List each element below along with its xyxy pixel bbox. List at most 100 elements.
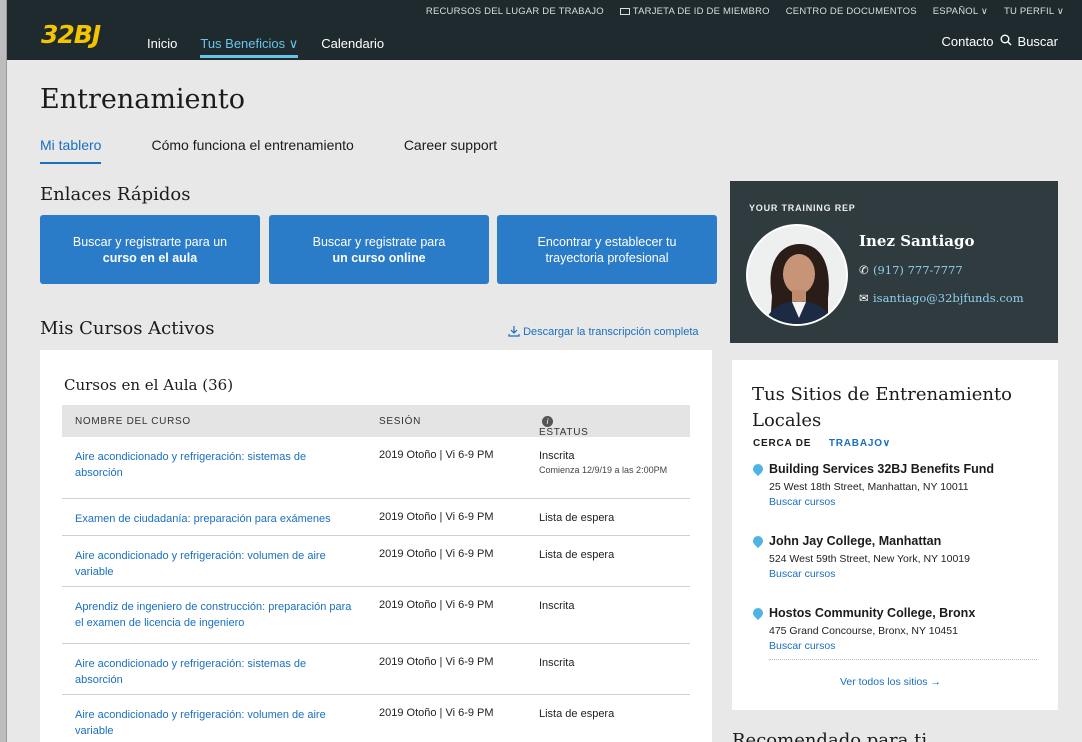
- rep-label: YOUR TRAINING REP: [749, 203, 856, 213]
- button-line-bold: curso en el aula: [102, 250, 198, 265]
- sites-title: Tus Sitios de Entrenamiento Locales: [752, 384, 1013, 431]
- utility-member-id-card[interactable]: TARJETA DE ID DE MIEMBRO: [619, 6, 770, 17]
- site-item: Hostos Community College, Bronx 475 Gran…: [750, 605, 1043, 652]
- find-courses-link[interactable]: Buscar cursos: [769, 640, 1043, 652]
- download-transcript-link[interactable]: Descargar la transcripción completa: [508, 325, 699, 338]
- course-status: Lista de espera: [539, 512, 615, 524]
- training-sites-card: Tus Sitios de Entrenamiento Locales CERC…: [732, 360, 1058, 710]
- site-name: Building Services 32BJ Benefits Fund: [750, 461, 1043, 477]
- button-line: Buscar y registrate para: [312, 234, 446, 249]
- course-status: Inscrita Comienza 12/9/19 a las 2:00PM: [539, 449, 669, 477]
- find-courses-link[interactable]: Buscar cursos: [769, 496, 1043, 508]
- course-session: 2019 Otoño | Vi 6-9 PM: [379, 511, 494, 523]
- quick-links-heading: Enlaces Rápidos: [40, 184, 191, 205]
- course-status: Lista de espera: [539, 708, 615, 720]
- location-pin-icon: [750, 533, 766, 549]
- view-all-sites-link[interactable]: Ver todos los sitios →: [840, 676, 941, 688]
- training-rep-card: YOUR TRAINING REP Inez Santiago ✆ (917) 7…: [730, 181, 1058, 343]
- page-tabs: Mi tablero Cómo funciona el entrenamient…: [40, 137, 547, 164]
- top-navigation-bar: RECURSOS DEL LUGAR DE TRABAJO TARJETA DE…: [7, 0, 1082, 60]
- table-row: Aire acondicionado y refrigeración: volu…: [62, 695, 690, 742]
- search-link[interactable]: Buscar: [1018, 34, 1058, 49]
- course-link[interactable]: Aire acondicionado y refrigeración: sist…: [75, 449, 355, 481]
- course-status: Inscrita: [539, 657, 575, 669]
- utility-document-center[interactable]: CENTRO DE DOCUMENTOS: [786, 6, 917, 17]
- location-pin-icon: [750, 605, 766, 621]
- course-link[interactable]: Aire acondicionado y refrigeración: volu…: [75, 548, 355, 580]
- table-row: Aire acondicionado y refrigeración: volu…: [62, 536, 690, 587]
- course-session: 2019 Otoño | Vi 6-9 PM: [379, 449, 494, 461]
- site-item: Building Services 32BJ Benefits Fund 25 …: [750, 461, 1043, 508]
- course-session: 2019 Otoño | Vi 6-9 PM: [379, 656, 494, 668]
- avatar: [746, 224, 848, 326]
- utility-workplace-resources[interactable]: RECURSOS DEL LUGAR DE TRABAJO: [426, 6, 604, 17]
- site-address: 25 West 18th Street, Manhattan, NY 10011: [769, 481, 969, 493]
- info-icon[interactable]: i: [542, 416, 553, 427]
- rep-name: Inez Santiago: [859, 232, 975, 250]
- window-frame-edge: [6, 0, 7, 742]
- find-courses-link[interactable]: Buscar cursos: [769, 568, 1043, 580]
- site-name: John Jay College, Manhattan: [750, 533, 1043, 549]
- recommended-heading: Recomendado para ti: [732, 730, 928, 742]
- button-line: Encontrar y establecer tu: [537, 234, 677, 249]
- classroom-course-button[interactable]: Buscar y registrarte para un curso en el…: [40, 215, 260, 284]
- nav-calendario[interactable]: Calendario: [321, 36, 384, 58]
- divider: [769, 659, 1037, 660]
- table-row: Aprendiz de ingeniero de construcción: p…: [62, 587, 690, 644]
- site-item: John Jay College, Manhattan 524 West 59t…: [750, 533, 1043, 580]
- logo[interactable]: 32BJ: [41, 20, 101, 49]
- location-pin-icon: [750, 461, 766, 477]
- profile-menu[interactable]: TU PERFIL ∨: [1004, 6, 1064, 17]
- id-card-icon: [619, 8, 630, 15]
- nav-inicio[interactable]: Inicio: [147, 36, 177, 58]
- nav-tus-beneficios[interactable]: Tus Beneficios ∨: [200, 36, 299, 58]
- courses-panel: Cursos en el Aula (36) NOMBRE DEL CURSO …: [40, 350, 712, 742]
- course-session: 2019 Otoño | Vi 6-9 PM: [379, 599, 494, 611]
- near-filter: CERCA DE TRABAJO∨: [753, 438, 891, 449]
- button-line: trayectoria profesional: [545, 250, 669, 265]
- col-course-name: NOMBRE DEL CURSO: [75, 416, 191, 427]
- contact-link[interactable]: Contacto: [941, 34, 993, 49]
- status-note: Comienza 12/9/19 a las 2:00PM: [539, 465, 668, 475]
- tab-como-funciona[interactable]: Cómo funciona el entrenamiento: [151, 137, 353, 164]
- near-label: CERCA DE: [753, 438, 812, 449]
- table-row: Aire acondicionado y refrigeración: sist…: [62, 644, 690, 695]
- tab-mi-tablero[interactable]: Mi tablero: [40, 137, 102, 164]
- course-link[interactable]: Aire acondicionado y refrigeración: sist…: [75, 656, 355, 688]
- site-address: 524 West 59th Street, New York, NY 10019: [769, 553, 970, 565]
- download-label: Descargar la transcripción completa: [523, 326, 699, 338]
- right-nav: Contacto Buscar: [941, 34, 1058, 49]
- search-icon[interactable]: [1000, 34, 1012, 49]
- button-line-bold: un curso online: [332, 250, 426, 265]
- table-row: Aire acondicionado y refrigeración: sist…: [62, 437, 690, 499]
- site-address: 475 Grand Concourse, Bronx, NY 10451: [769, 625, 958, 637]
- language-selector[interactable]: ESPAÑOL ∨: [933, 6, 988, 17]
- table-row: Examen de ciudadanía: preparación para e…: [62, 499, 690, 536]
- course-status: Inscrita: [539, 600, 575, 612]
- course-session: 2019 Otoño | Vi 6-9 PM: [379, 548, 494, 560]
- col-session: SESIÓN: [379, 416, 421, 427]
- course-link[interactable]: Examen de ciudadanía: preparación para e…: [75, 511, 355, 527]
- mail-icon: ✉: [859, 291, 869, 305]
- near-dropdown[interactable]: TRABAJO∨: [829, 438, 891, 449]
- download-icon: [508, 326, 520, 337]
- col-status: ESTATUS i: [539, 416, 589, 438]
- site-name: Hostos Community College, Bronx: [750, 605, 1043, 621]
- online-course-button[interactable]: Buscar y registrate para un curso online: [269, 215, 489, 284]
- course-status: Lista de espera: [539, 549, 615, 561]
- career-path-button[interactable]: Encontrar y establecer tu trayectoria pr…: [497, 215, 717, 284]
- tab-career-support[interactable]: Career support: [404, 137, 497, 164]
- page-title: Entrenamiento: [40, 84, 246, 115]
- course-session: 2019 Otoño | Vi 6-9 PM: [379, 707, 494, 719]
- panel-title: Cursos en el Aula (36): [64, 376, 234, 394]
- rep-phone[interactable]: ✆ (917) 777-7777: [859, 263, 963, 277]
- status-text: Inscrita: [539, 450, 575, 462]
- utility-nav: RECURSOS DEL LUGAR DE TRABAJO TARJETA DE…: [410, 6, 1064, 17]
- table-header: NOMBRE DEL CURSO SESIÓN ESTATUS i: [62, 405, 690, 438]
- course-link[interactable]: Aprendiz de ingeniero de construcción: p…: [75, 599, 355, 631]
- course-link[interactable]: Aire acondicionado y refrigeración: volu…: [75, 707, 355, 739]
- active-courses-heading: Mis Cursos Activos: [40, 318, 215, 339]
- rep-email[interactable]: ✉ isantiago@32bjfunds.com: [859, 291, 1024, 305]
- button-line: Buscar y registrarte para un: [72, 234, 228, 249]
- main-nav: Inicio Tus Beneficios ∨ Calendario: [147, 36, 407, 58]
